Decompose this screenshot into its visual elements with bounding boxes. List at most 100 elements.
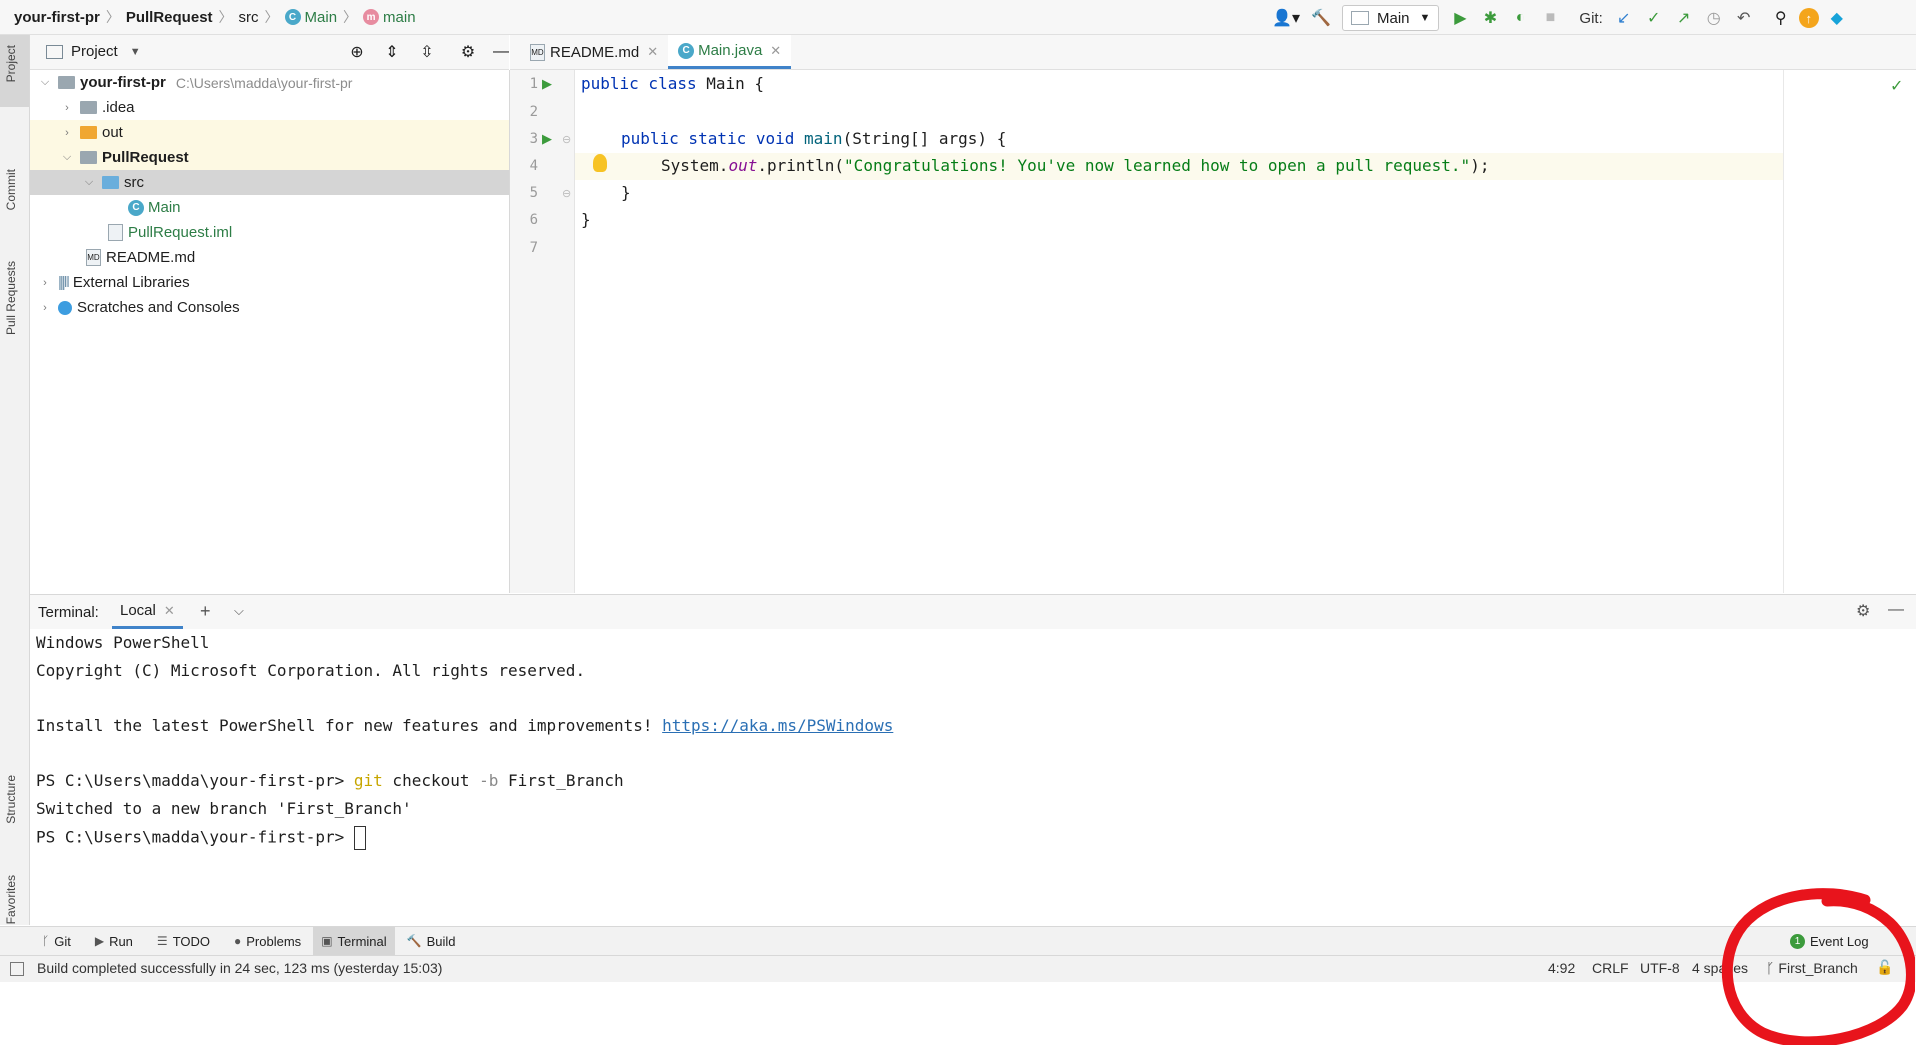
git-push-icon[interactable]: ↗ — [1672, 6, 1696, 30]
close-icon[interactable]: ✕ — [647, 44, 658, 60]
search-icon[interactable]: ⚲ — [1769, 6, 1793, 30]
tool-tab-terminal[interactable]: ▣ Terminal — [313, 927, 395, 955]
tree-root-path: C:\Users\madda\your-first-pr — [175, 74, 353, 91]
tree-root-label: your-first-pr — [80, 74, 166, 91]
tree-node-external-libraries[interactable]: › |||‖ External Libraries — [38, 270, 189, 295]
line-number: 7 — [529, 240, 538, 256]
intention-bulb-icon[interactable] — [593, 154, 607, 172]
caret-position[interactable]: 4:92 — [1548, 960, 1575, 976]
tab-main-java[interactable]: C Main.java ✕ — [668, 35, 792, 69]
chevron-down-icon[interactable]: ⌵ — [234, 603, 244, 619]
chevron-down-icon[interactable]: ▼ — [130, 46, 141, 58]
run-configuration-select[interactable]: Main ▼ — [1342, 5, 1440, 31]
tool-tab-commit[interactable]: Commit — [4, 169, 18, 210]
editor-right-gutter: ✓ — [1783, 70, 1916, 593]
tool-tab-problems[interactable]: ● Problems — [226, 927, 309, 955]
breadcrumb-module[interactable]: PullRequest — [126, 9, 213, 26]
tree-label: README.md — [106, 249, 196, 266]
tool-tab-git[interactable]: ᚴ Git — [34, 927, 79, 955]
tree-node-out[interactable]: › out — [60, 120, 123, 145]
folder-icon — [80, 126, 97, 139]
tool-tab-favorites[interactable]: Favorites — [4, 875, 18, 924]
class-icon: C — [284, 9, 301, 25]
breadcrumb-src[interactable]: src — [239, 9, 259, 26]
tree-node-scratches[interactable]: › Scratches and Consoles — [38, 295, 240, 320]
git-commit-icon[interactable]: ✓ — [1642, 6, 1666, 30]
stop-icon[interactable]: ■ — [1538, 6, 1562, 30]
chevron-down-icon: ⌵ — [84, 176, 94, 188]
terminal-line: PS C:\Users\madda\your-first-pr> — [36, 826, 366, 850]
tool-tab-todo[interactable]: ☰ TODO — [149, 927, 218, 955]
class-icon: C — [128, 199, 144, 216]
coverage-icon[interactable]: ◐ — [1508, 6, 1532, 30]
gear-icon[interactable]: ⚙ — [456, 40, 480, 64]
line-number: 4 — [529, 158, 538, 174]
tool-tab-pull-requests[interactable]: Pull Requests — [4, 261, 18, 335]
code-line-5: } — [621, 183, 631, 202]
toggle-tool-windows-icon[interactable] — [10, 962, 24, 976]
jetbrains-toolbox-icon[interactable]: ◆ — [1825, 6, 1849, 30]
tool-tab-build[interactable]: 🔨 Build — [399, 927, 464, 955]
powershell-link[interactable]: https://aka.ms/PSWindows — [662, 716, 893, 735]
code-editor[interactable]: public class Main { public static void m… — [575, 70, 1783, 593]
chevron-down-icon: ▼ — [1419, 12, 1431, 24]
tree-label: Scratches and Consoles — [77, 299, 240, 316]
tree-node-root[interactable]: ⌵ your-first-pr C:\Users\madda\your-firs… — [38, 70, 353, 95]
line-number: 3 — [529, 131, 538, 147]
project-view-label[interactable]: Project — [71, 43, 118, 60]
terminal-cursor — [353, 826, 366, 850]
red-annotation-circle — [1721, 888, 1915, 1045]
fold-icon[interactable]: ⊖ — [562, 133, 571, 146]
chevron-right-icon: › — [65, 101, 69, 114]
tree-node-pullrequest[interactable]: ⌵ PullRequest — [60, 145, 189, 170]
status-message[interactable]: Build completed successfully in 24 sec, … — [37, 960, 442, 976]
debug-icon[interactable]: ✱ — [1478, 6, 1502, 30]
chevron-right-icon: › — [65, 126, 69, 139]
terminal-tab-local[interactable]: Local ✕ — [112, 595, 183, 629]
add-terminal-icon[interactable]: + — [200, 601, 211, 622]
locate-file-icon[interactable]: ⊕ — [345, 40, 369, 64]
git-rollback-icon[interactable]: ↶ — [1732, 6, 1756, 30]
run-class-icon[interactable]: ▶ — [542, 76, 552, 92]
terminal-output[interactable]: Windows PowerShell Copyright (C) Microso… — [30, 629, 1916, 925]
collapse-all-icon[interactable]: ⇳ — [415, 40, 439, 64]
git-history-icon[interactable]: ◷ — [1702, 6, 1726, 30]
tree-node-readme[interactable]: MD README.md — [86, 245, 195, 270]
tool-tab-structure[interactable]: Structure — [4, 775, 18, 824]
close-icon[interactable]: ✕ — [164, 603, 175, 619]
tree-node-iml[interactable]: PullRequest.iml — [108, 220, 232, 245]
file-encoding[interactable]: UTF-8 — [1640, 960, 1680, 976]
fold-icon[interactable]: ⊖ — [562, 187, 571, 200]
breadcrumb-method[interactable]: m main — [363, 9, 416, 26]
hide-panel-icon[interactable]: — — [1888, 601, 1904, 619]
git-update-icon[interactable]: ↙ — [1612, 6, 1636, 30]
run-icon[interactable]: ▶ — [1448, 6, 1472, 30]
config-icon — [1351, 11, 1369, 25]
breadcrumb-class[interactable]: C Main — [284, 9, 337, 26]
scratches-icon — [58, 300, 72, 315]
expand-all-icon[interactable]: ⇕ — [380, 40, 404, 64]
tab-readme[interactable]: MD README.md ✕ — [520, 35, 668, 69]
tree-node-src[interactable]: ⌵ src — [82, 170, 144, 195]
module-folder-icon — [80, 151, 97, 164]
terminal-line: PS C:\Users\madda\your-first-pr> git che… — [36, 771, 624, 790]
tree-node-idea[interactable]: › .idea — [60, 95, 134, 120]
run-method-icon[interactable]: ▶ — [542, 131, 552, 147]
close-icon[interactable]: ✕ — [770, 43, 781, 59]
chevron-right-icon: › — [43, 276, 47, 289]
gear-icon[interactable]: ⚙ — [1856, 601, 1870, 621]
library-icon: |||‖ — [58, 274, 70, 291]
line-separator[interactable]: CRLF — [1592, 960, 1629, 976]
tool-tab-run[interactable]: ▶ Run — [87, 927, 141, 955]
no-problems-check-icon[interactable]: ✓ — [1890, 76, 1903, 96]
tool-tab-project[interactable]: Project — [4, 45, 18, 82]
tree-node-main[interactable]: C Main — [128, 195, 181, 220]
build-hammer-icon[interactable]: 🔨 — [1309, 6, 1333, 30]
user-dropdown-icon[interactable]: 👤▾ — [1269, 6, 1303, 30]
folder-icon — [80, 101, 97, 114]
navigation-bar: your-first-pr 〉 PullRequest 〉 src 〉 C Mai… — [0, 0, 1916, 35]
breadcrumb: your-first-pr 〉 PullRequest 〉 src 〉 C Mai… — [14, 7, 416, 27]
editor-gutter: 1 2 3 4 5 6 7 ▶ ▶ ⊖ ⊖ — [510, 70, 575, 593]
updates-icon[interactable]: ↑ — [1798, 8, 1819, 28]
breadcrumb-project[interactable]: your-first-pr — [14, 9, 100, 26]
